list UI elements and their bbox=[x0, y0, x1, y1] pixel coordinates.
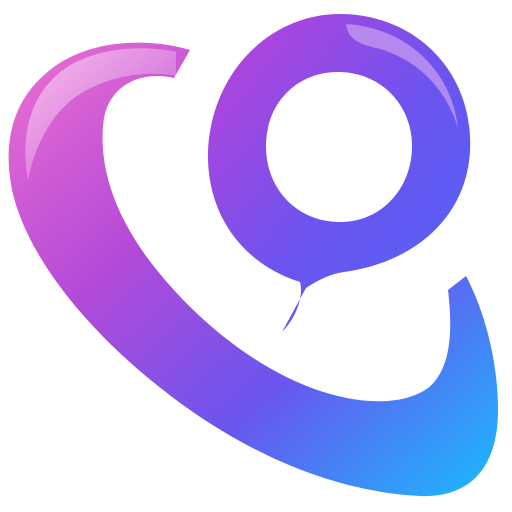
app-icon-canvas bbox=[0, 0, 512, 512]
phone-chat-bubble-logo-icon bbox=[8, 14, 498, 497]
chat-bubble-shape bbox=[207, 14, 471, 332]
